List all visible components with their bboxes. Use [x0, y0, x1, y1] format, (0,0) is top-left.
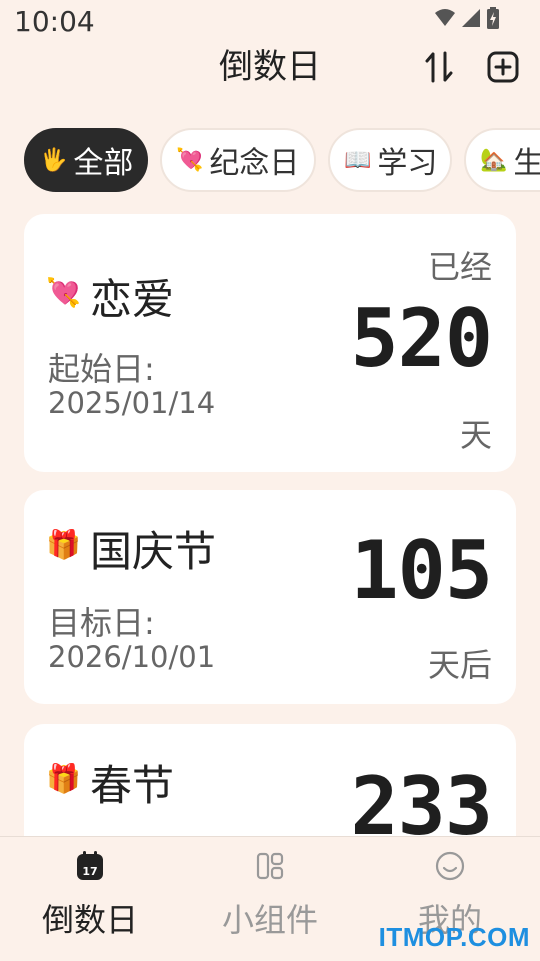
hand-icon: 🖐 — [40, 147, 68, 173]
bottom-nav: 17 倒数日 小组件 我的 ITMOP.COM — [0, 836, 540, 961]
widgets-icon — [255, 851, 285, 881]
event-title: 恋爱 — [90, 275, 175, 324]
add-square-icon — [487, 51, 519, 83]
count-unit: 天后 — [427, 646, 492, 684]
day-count: 520 — [350, 292, 493, 385]
event-date: 2025/01/14 — [48, 386, 216, 420]
app-header: 倒数日 — [0, 44, 540, 94]
day-count: 105 — [350, 524, 493, 617]
watermark: ITMOP.COM — [378, 922, 530, 952]
nav-label: 倒数日 — [41, 901, 138, 939]
status-icons — [434, 7, 500, 29]
add-event-button[interactable] — [486, 50, 520, 84]
chip-label: 生 — [513, 146, 540, 181]
event-title: 春节 — [90, 761, 175, 810]
event-card[interactable]: 🎁 春节 233 — [24, 724, 516, 836]
chip-label: 纪念日 — [209, 146, 300, 181]
sort-button[interactable] — [422, 50, 456, 84]
wifi-icon — [435, 9, 455, 26]
event-title: 国庆节 — [90, 527, 217, 576]
event-card[interactable]: 💘 恋爱 起始日: 2025/01/14 已经 520 天 — [24, 214, 516, 472]
signal-icon — [462, 9, 480, 27]
calendar-day-number: 17 — [82, 865, 97, 878]
nav-widgets[interactable]: 小组件 — [180, 851, 360, 941]
day-count: 233 — [350, 760, 493, 836]
nav-countdown[interactable]: 17 倒数日 — [0, 851, 180, 941]
book-icon: 📖 — [344, 147, 372, 173]
smiley-icon — [435, 851, 465, 881]
heart-arrow-icon: 💘 — [46, 276, 81, 309]
date-label: 目标日: — [48, 604, 155, 642]
category-chips: 🖐 全部 💘 纪念日 📖 学习 🏡 生 — [0, 128, 540, 196]
page-title: 倒数日 — [219, 47, 321, 87]
chip-life[interactable]: 🏡 生 — [464, 128, 540, 192]
status-time: 10:04 — [14, 5, 95, 38]
chip-label: 全部 — [73, 146, 134, 181]
chip-label: 学习 — [377, 146, 438, 181]
chip-anniversary[interactable]: 💘 纪念日 — [160, 128, 316, 192]
count-prefix: 已经 — [427, 248, 492, 286]
chip-all[interactable]: 🖐 全部 — [24, 128, 148, 192]
gift-icon: 🎁 — [46, 528, 81, 561]
house-icon: 🏡 — [480, 147, 508, 173]
battery-icon — [487, 7, 499, 29]
date-label: 起始日: — [48, 350, 155, 388]
event-list: 💘 恋爱 起始日: 2025/01/14 已经 520 天 🎁 国庆节 目标日:… — [0, 214, 540, 836]
sort-arrows-icon — [425, 51, 453, 83]
calendar-icon: 17 — [75, 851, 105, 881]
event-card[interactable]: 🎁 国庆节 目标日: 2026/10/01 105 天后 — [24, 490, 516, 704]
event-date: 2026/10/01 — [48, 640, 216, 674]
count-unit: 天 — [459, 416, 492, 454]
nav-label: 小组件 — [221, 901, 318, 939]
status-bar: 10:04 — [0, 0, 540, 44]
gift-icon: 🎁 — [46, 762, 81, 795]
heart-arrow-icon: 💘 — [176, 147, 204, 173]
chip-study[interactable]: 📖 学习 — [328, 128, 452, 192]
